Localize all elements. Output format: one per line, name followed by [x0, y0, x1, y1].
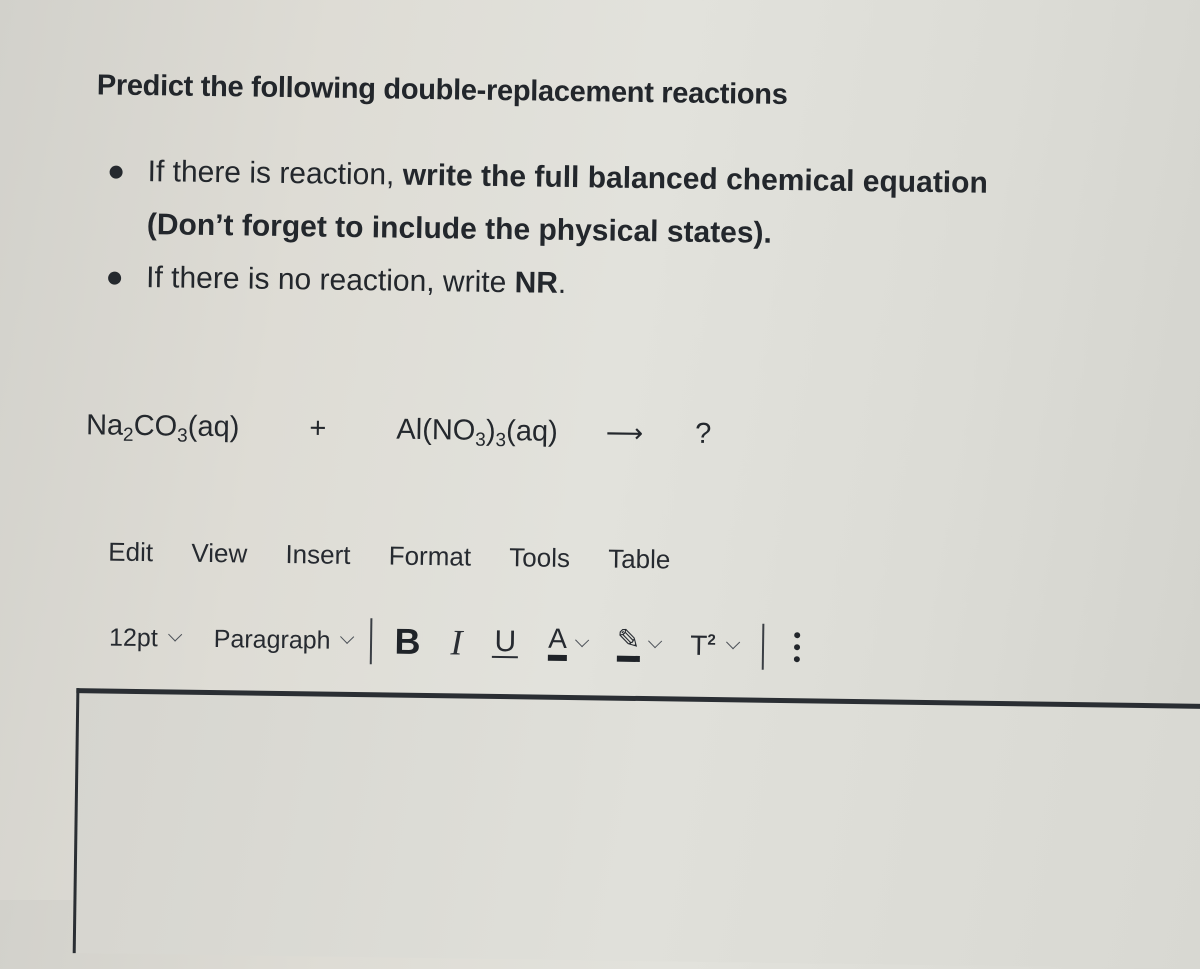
menu-table[interactable]: Table	[608, 544, 671, 576]
bold-button[interactable]: B	[394, 621, 421, 663]
instruction-reaction: If there is reaction, write the full bal…	[105, 144, 1068, 263]
font-size-select[interactable]: 12pt	[109, 623, 182, 653]
product-placeholder: ?	[694, 417, 712, 450]
highlighter-icon: ✎	[616, 624, 641, 663]
toolbar-divider	[761, 623, 765, 670]
chevron-down-icon	[574, 633, 589, 648]
instruction-text: If there is reaction,	[147, 155, 403, 192]
instruction-text: If there is no reaction, write	[145, 261, 515, 300]
chevron-down-icon	[648, 634, 663, 649]
text-color-button[interactable]: A	[547, 623, 589, 662]
chevron-down-icon	[340, 629, 355, 644]
chemical-equation: Na2CO3(aq) + Al(NO3)3(aq) ⟶ ?	[86, 409, 712, 451]
superscript-icon: T2	[690, 629, 716, 661]
block-format-select[interactable]: Paragraph	[214, 625, 355, 656]
reactant-sodium-carbonate: Na2CO3(aq)	[85, 409, 240, 447]
toolbar-divider	[370, 618, 373, 665]
menu-view[interactable]: View	[191, 538, 247, 570]
page: Predict the following double-replacement…	[0, 0, 1200, 969]
chevron-down-icon	[167, 627, 182, 642]
italic-button[interactable]: I	[450, 621, 463, 663]
instruction-emphasis: NR	[514, 266, 559, 300]
highlight-color-button[interactable]: ✎	[616, 624, 663, 663]
reactant-aluminum-nitrate: Al(NO3)3(aq)	[396, 413, 558, 452]
plus-sign: +	[309, 412, 327, 445]
menu-insert[interactable]: Insert	[285, 539, 350, 571]
editor-menubar: Edit View Insert Format Tools Table	[108, 537, 701, 576]
text-color-icon: A	[547, 623, 567, 661]
menu-tools[interactable]: Tools	[509, 542, 570, 574]
question-title: Predict the following double-replacement…	[96, 69, 788, 112]
menu-edit[interactable]: Edit	[108, 537, 153, 569]
instructions-list: If there is reaction, write the full bal…	[104, 144, 1068, 316]
chevron-down-icon	[725, 635, 740, 650]
editor-toolbar: 12pt Paragraph B I U A ✎ T2	[109, 614, 800, 672]
superscript-button[interactable]: T2	[690, 629, 740, 663]
menu-format[interactable]: Format	[388, 540, 472, 572]
more-options-icon[interactable]	[793, 632, 800, 663]
reaction-arrow-icon: ⟶	[605, 417, 644, 449]
answer-text-area[interactable]	[72, 688, 1200, 969]
underline-button[interactable]: U	[492, 625, 519, 659]
